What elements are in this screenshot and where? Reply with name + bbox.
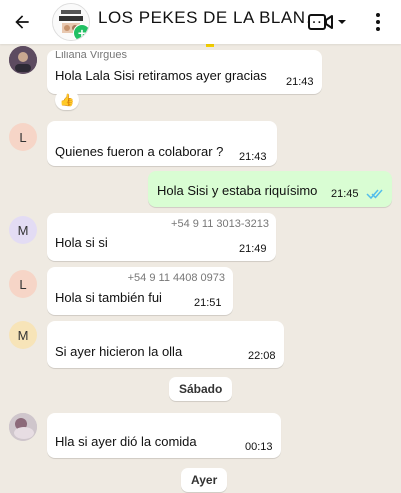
message-bubble[interactable]: Si ayer hicieron la olla 22:08 xyxy=(47,321,284,368)
message-text: Quienes fueron a colaborar ? xyxy=(55,144,224,159)
avatar-photo[interactable] xyxy=(9,46,37,74)
reaction-thumbs-up-icon[interactable]: 👍 xyxy=(55,90,79,110)
group-avatar[interactable]: + xyxy=(52,3,90,41)
message-time: 22:08 xyxy=(248,350,276,362)
add-badge-icon: + xyxy=(73,24,89,40)
back-arrow-icon xyxy=(15,15,29,29)
avatar-initial[interactable]: M xyxy=(9,321,37,349)
chevron-down-icon xyxy=(338,20,346,24)
chat-title[interactable]: LOS PEKES DE LA BLAN… xyxy=(98,8,323,28)
message-text: Hola Lala Sisi retiramos ayer gracias xyxy=(55,68,267,83)
sender-name: +54 9 11 4408 0973 xyxy=(127,273,225,284)
message-bubble[interactable]: +54 9 11 4408 0973 Hola si también fui 2… xyxy=(47,267,233,315)
message-bubble[interactable]: Quienes fueron a colaborar ? 21:43 xyxy=(47,121,277,166)
more-vert-icon xyxy=(376,13,380,31)
message-time: 21:45 xyxy=(331,188,359,200)
message-bubble[interactable]: Liliana Virgues Hola Lala Sisi retiramos… xyxy=(47,50,322,94)
message-text: Hola si si xyxy=(55,235,108,250)
sender-name: +54 9 11 3013-3213 xyxy=(171,219,269,230)
message-text: Si ayer hicieron la olla xyxy=(55,344,183,359)
message-bubble-outgoing[interactable]: Hola Sisi y estaba riquísimo 21:45 xyxy=(148,171,392,207)
video-call-button[interactable] xyxy=(308,12,348,37)
message-text: Hola Sisi y estaba riquísimo xyxy=(157,183,318,198)
message-time: 21:43 xyxy=(286,76,314,88)
chat-header: + LOS PEKES DE LA BLAN… xyxy=(0,0,401,44)
message-bubble[interactable]: Hla si ayer dió la comida 00:13 xyxy=(47,413,281,458)
back-button[interactable] xyxy=(0,0,44,44)
sender-name: Liliana Virgues xyxy=(55,51,127,61)
read-ticks-icon xyxy=(366,189,383,200)
date-separator: Ayer xyxy=(181,468,228,492)
message-time: 00:13 xyxy=(245,441,273,453)
message-time: 21:51 xyxy=(194,297,222,309)
video-call-icon xyxy=(308,14,346,30)
date-separator: Sábado xyxy=(169,377,233,401)
user-photo-icon xyxy=(9,413,37,441)
avatar-initial[interactable]: M xyxy=(9,216,37,244)
avatar-initial[interactable]: L xyxy=(9,270,37,298)
message-text: Hla si ayer dió la comida xyxy=(55,434,197,449)
message-bubble[interactable]: +54 9 11 3013-3213 Hola si si 21:49 xyxy=(47,213,276,261)
message-time: 21:43 xyxy=(239,151,267,163)
more-options-button[interactable] xyxy=(372,12,384,37)
avatar-initial[interactable]: L xyxy=(9,123,37,151)
avatar-photo[interactable] xyxy=(9,413,37,441)
user-photo-icon xyxy=(9,46,37,74)
message-text: Hola si también fui xyxy=(55,290,162,305)
message-time: 21:49 xyxy=(239,243,267,255)
